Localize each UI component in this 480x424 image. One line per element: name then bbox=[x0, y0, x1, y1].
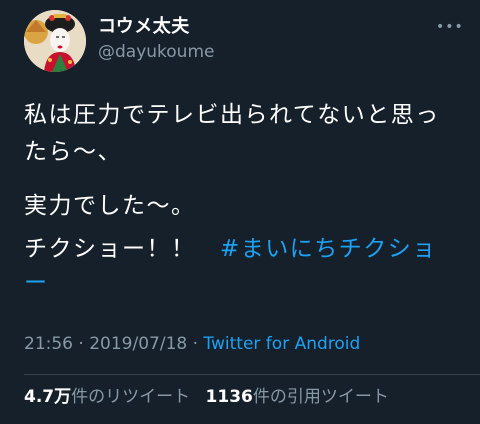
tweet-text-segment: チクショー！！ bbox=[24, 236, 220, 262]
tweet-date[interactable]: 2019/07/18 bbox=[89, 334, 187, 354]
hashtag-link-continued[interactable]: ー bbox=[24, 268, 49, 298]
tweet-text-line: 私は圧力でテレビ出られてないと思っ bbox=[24, 102, 440, 128]
tweet-text-line: チクショー！！ #まいにちチクショ bbox=[24, 234, 437, 264]
tweet-text-line: 実力でした〜。 bbox=[24, 193, 196, 219]
meta-separator: · bbox=[187, 334, 204, 354]
tweet-card: コウメ太夫 @dayukoume ••• 私は圧力でテレビ出られてないと思っ た… bbox=[0, 0, 480, 424]
quotes-count: 1136 bbox=[205, 387, 253, 407]
avatar[interactable] bbox=[24, 10, 86, 72]
author-handle[interactable]: @dayukoume bbox=[98, 42, 214, 62]
retweets-stat[interactable]: 4.7万件のリツイート bbox=[24, 387, 190, 407]
tweet-stats: 4.7万件のリツイート 1136件の引用ツイート bbox=[24, 386, 389, 408]
tweet-time[interactable]: 21:56 bbox=[24, 334, 73, 354]
tweet-source-link[interactable]: Twitter for Android bbox=[203, 334, 360, 354]
retweets-count: 4.7万 bbox=[24, 387, 72, 407]
quotes-stat[interactable]: 1136件の引用ツイート bbox=[206, 387, 389, 407]
quotes-label: 件の引用ツイート bbox=[252, 387, 389, 407]
divider bbox=[24, 374, 480, 375]
kabuki-portrait-avatar-icon bbox=[24, 10, 86, 72]
hashtag-link[interactable]: #まいにちチクショ bbox=[220, 236, 437, 262]
retweets-label: 件のリツイート bbox=[71, 387, 191, 407]
tweet-meta: 21:56 · 2019/07/18 · Twitter for Android bbox=[24, 333, 360, 355]
tweet-text-line: たら〜、 bbox=[24, 139, 122, 165]
more-dots-icon[interactable]: ••• bbox=[436, 20, 463, 34]
author-display-name[interactable]: コウメ太夫 bbox=[98, 16, 190, 38]
meta-separator: · bbox=[73, 334, 90, 354]
